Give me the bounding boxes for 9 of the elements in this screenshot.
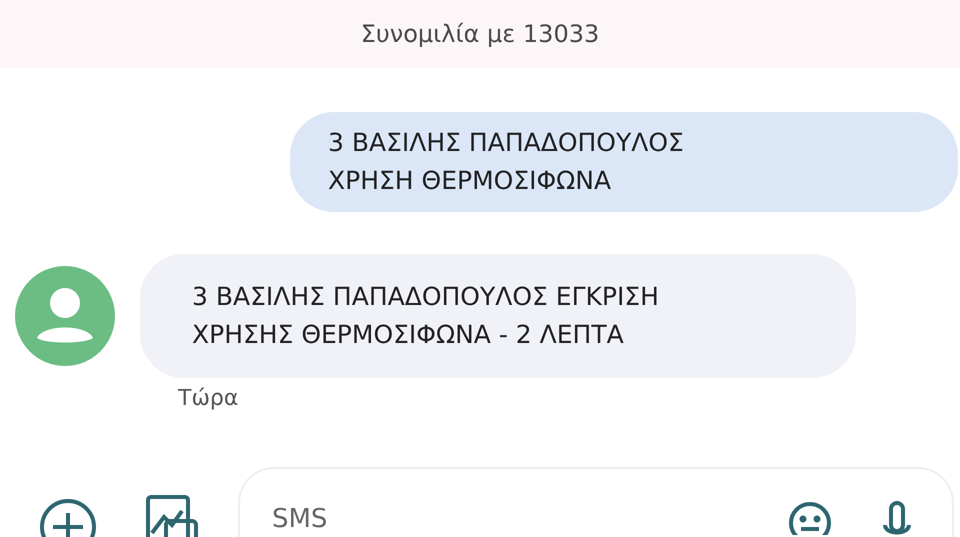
received-message: 3 ΒΑΣΙΛΗΣ ΠΑΠΑΔΟΠΟΥΛΟΣ ΕΓΚΡΙΣΗ ΧΡΗΣΗΣ ΘΕΡΜΟΣΙΦΩΝΑ - 2 ΛΕΠΤΑ [140,254,856,378]
message-input-field[interactable]: SMS [272,503,712,535]
conversation-title: Συνομιλία με 13033 [360,20,600,48]
contact-avatar-icon [15,266,115,366]
microphone-icon[interactable] [882,499,912,535]
message-composer[interactable]: SMS [238,467,954,537]
message-timestamp: Τώρα [178,386,238,411]
emoji-icon[interactable] [788,499,832,535]
sent-message: 3 ΒΑΣΙΛΗΣ ΠΑΠΑΔΟΠΟΥΛΟΣ ΧΡΗΣΗ ΘΕΡΜΟΣΙΦΩΝΑ [290,112,958,212]
